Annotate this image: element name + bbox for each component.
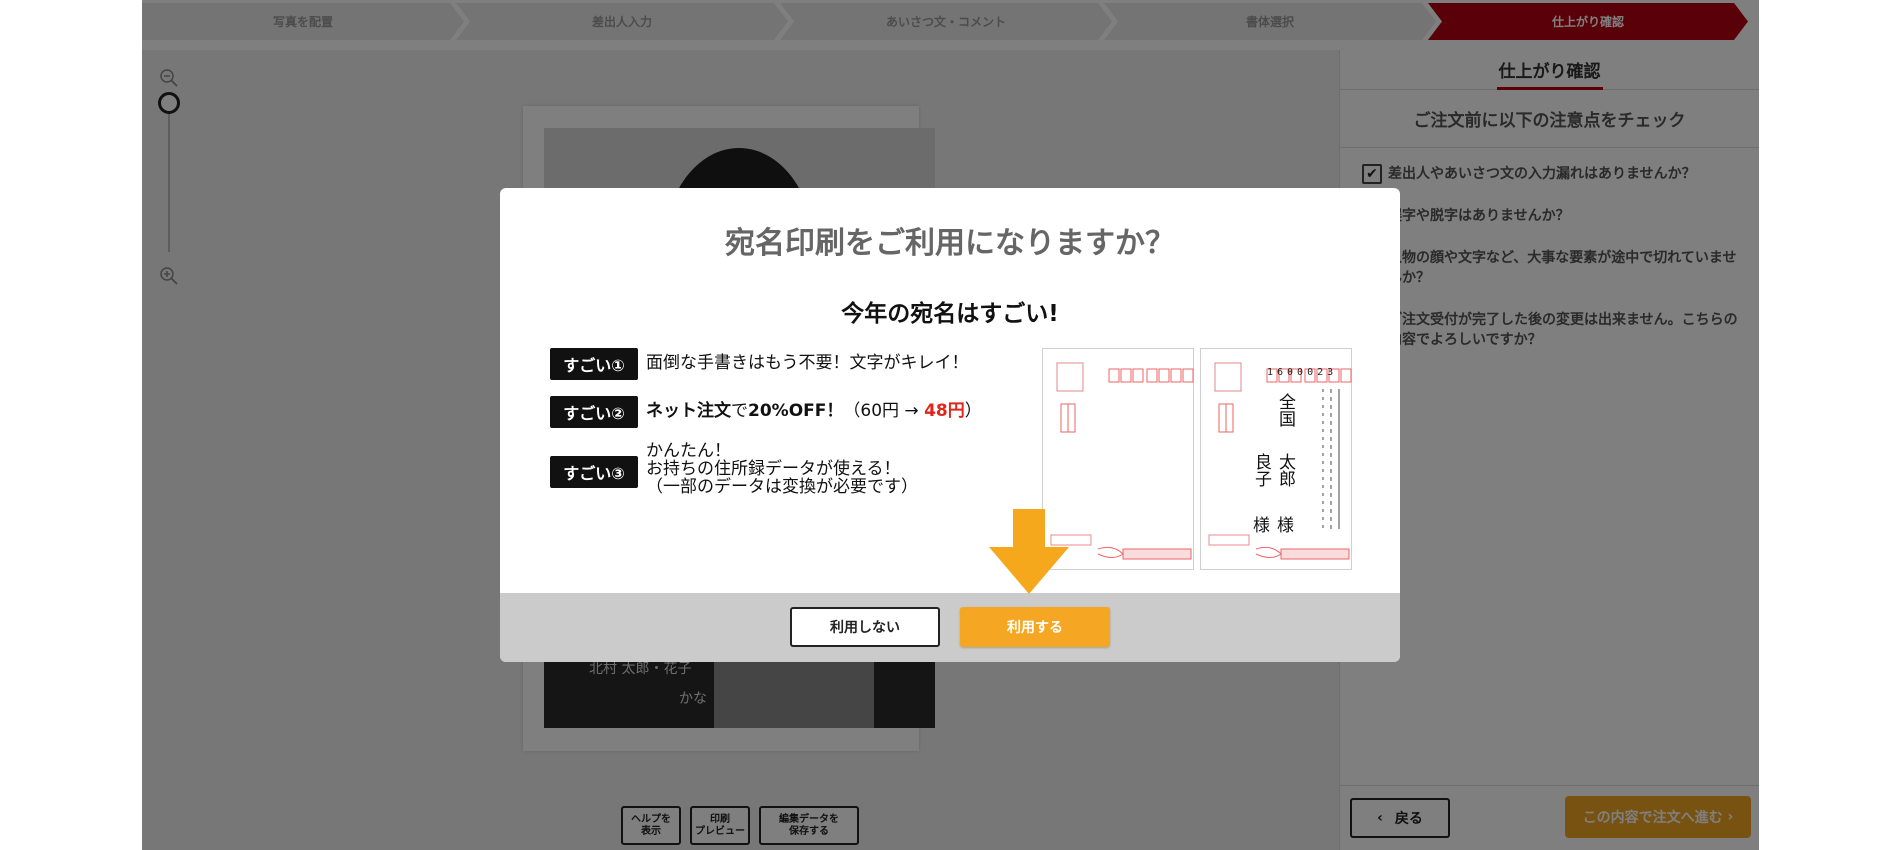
postcard-sama-2: 様 [1253,516,1270,536]
postcard-family: 全国 [1275,393,1295,427]
modal-subtitle: 今年の宛名はすごい! [841,301,1059,327]
postcard-name-a: 太郎 [1275,453,1295,487]
modal-footer: 利用しない 利用する [500,593,1400,662]
feature-text: かんたん！ お持ちの住所録データが使える！ （一部のデータは変換が必要です） [646,441,918,497]
feature-badge: すごい② [550,396,638,428]
postcard-sample: 1600023 全国 太郎 良子 様 様 [1200,348,1352,570]
postcard-zip: 1600023 [1267,367,1338,378]
feature-3: すごい③ かんたん！ お持ちの住所録データが使える！ （一部のデータは変換が必要… [550,442,918,496]
feature-text: ネット注文で20%OFF！（60円 → 48円） [646,401,982,421]
feature-text: 面倒な手書きはもう不要！文字がキレイ！ [646,353,969,373]
modal-title: 宛名印刷をご利用になりますか？ [725,226,1175,261]
accept-button[interactable]: 利用する [960,607,1110,647]
feature-badge: すごい① [550,348,638,380]
feature-1: すごい① 面倒な手書きはもう不要！文字がキレイ！ [550,348,969,380]
decline-button[interactable]: 利用しない [790,607,940,647]
arrow-down-icon [989,509,1069,594]
postcard-name-b: 良子 [1251,453,1271,487]
feature-badge: すごい③ [550,456,638,488]
postcard-sama-1: 様 [1277,516,1294,536]
feature-2: すごい② ネット注文で20%OFF！（60円 → 48円） [550,396,982,428]
address-print-modal: 宛名印刷をご利用になりますか？ 今年の宛名はすごい! すごい① 面倒な手書きはも… [500,188,1400,662]
